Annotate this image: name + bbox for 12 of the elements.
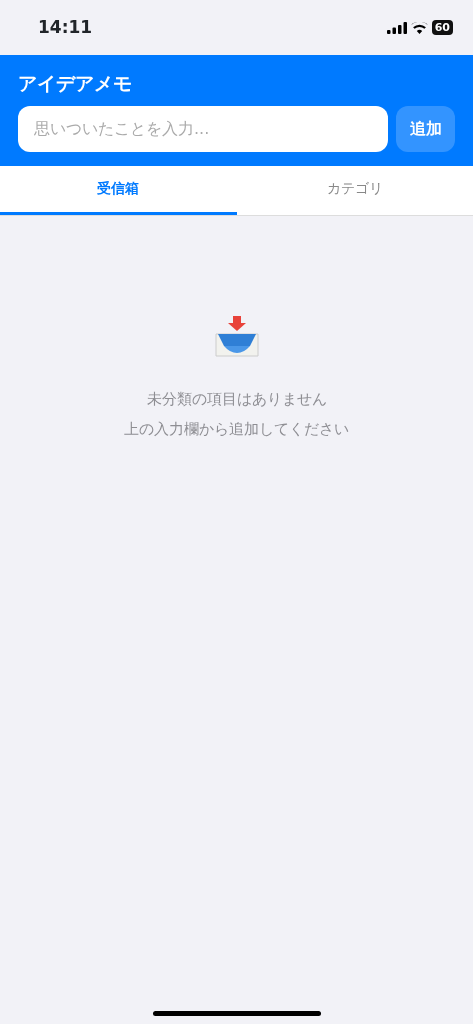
idea-input-field[interactable]: 思いついたことを入力...: [18, 105, 389, 152]
empty-message: 上の入力欄から追加してください: [124, 418, 349, 440]
battery-indicator: 60: [431, 20, 453, 35]
inbox-tray-icon: [213, 313, 260, 360]
tab[interactable]: カテゴリ: [236, 165, 473, 215]
wifi-icon: [410, 21, 428, 34]
empty-message: 未分類の項目はありません: [146, 388, 327, 410]
tab[interactable]: 受信箱: [0, 165, 237, 215]
app-title: アイデアメモ: [18, 71, 133, 96]
home-indicator[interactable]: [152, 1011, 321, 1016]
status-time: 14:11: [38, 15, 93, 39]
signal-icon: [386, 21, 407, 34]
